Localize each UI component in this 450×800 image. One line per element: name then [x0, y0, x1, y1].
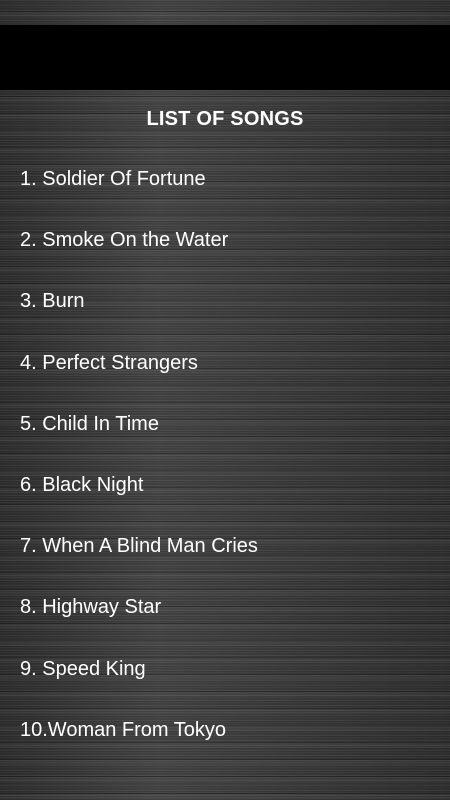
app-screen: LIST OF SONGS 1. Soldier Of Fortune 2. S…: [0, 0, 450, 800]
song-label: 1. Soldier Of Fortune: [20, 168, 206, 191]
song-list: 1. Soldier Of Fortune 2. Smoke On the Wa…: [0, 149, 450, 761]
song-label: 3. Burn: [20, 290, 85, 313]
song-label: 2. Smoke On the Water: [20, 229, 229, 252]
song-item-3[interactable]: 3. Burn: [0, 271, 450, 332]
song-label: 10.Woman From Tokyo: [20, 718, 227, 741]
song-label: 5. Child In Time: [20, 412, 159, 435]
song-label: 4. Perfect Strangers: [20, 351, 198, 374]
song-item-1[interactable]: 1. Soldier Of Fortune: [0, 149, 450, 210]
song-label: 9. Speed King: [20, 657, 146, 680]
status-bar: [0, 0, 450, 25]
page-title: LIST OF SONGS: [146, 108, 304, 130]
song-item-6[interactable]: 6. Black Night: [0, 455, 450, 516]
song-item-7[interactable]: 7. When A Blind Man Cries: [0, 516, 450, 577]
song-item-5[interactable]: 5. Child In Time: [0, 394, 450, 455]
song-item-8[interactable]: 8. Highway Star: [0, 577, 450, 638]
song-item-9[interactable]: 9. Speed King: [0, 639, 450, 700]
song-label: 7. When A Blind Man Cries: [20, 535, 258, 558]
top-bar: [0, 25, 450, 90]
song-item-4[interactable]: 4. Perfect Strangers: [0, 333, 450, 394]
song-label: 8. Highway Star: [20, 596, 162, 619]
song-label: 6. Black Night: [20, 474, 144, 497]
song-item-10[interactable]: 10.Woman From Tokyo: [0, 700, 450, 761]
song-item-2[interactable]: 2. Smoke On the Water: [0, 210, 450, 271]
